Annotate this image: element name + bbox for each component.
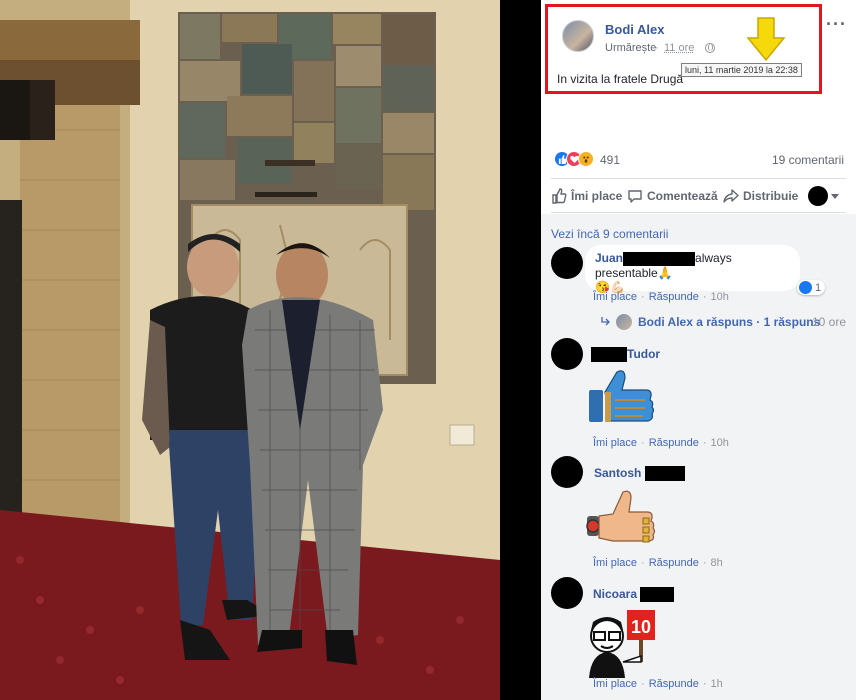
like-label: Îmi place (571, 189, 623, 203)
comments-section: Vezi încă 9 comentarii Juan always presen… (541, 214, 856, 700)
redaction-bar (591, 347, 627, 363)
comment-reply-link[interactable]: Răspunde (649, 291, 699, 303)
comment-like-link[interactable]: Îmi place (593, 291, 637, 303)
reply-age: 10 ore (812, 315, 847, 329)
thumbs-up-icon (552, 188, 567, 204)
wow-reaction-icon (578, 151, 594, 167)
reply-summary-text: Bodi Alex a răspuns · 1 răspuns (638, 315, 821, 329)
comment-actions: Îmi place · Răspunde · 10h (593, 437, 729, 449)
commenter-name-row: Nicoara (593, 587, 675, 603)
timestamp-tooltip: luni, 11 martie 2019 la 22:38 (681, 63, 802, 77)
comment-bubble: Juan always presentable🙏 😘💪🏻 (585, 245, 800, 294)
redaction-bar (623, 251, 696, 266)
watch-thumbs-up-sticker (586, 490, 656, 543)
reply-arrow-icon (601, 317, 610, 326)
commenter-avatar[interactable] (551, 247, 583, 279)
commenter-avatar[interactable] (551, 577, 583, 609)
post-time[interactable]: 11 ore (664, 42, 694, 54)
comment-count[interactable]: 19 comentarii (772, 153, 844, 167)
post-text: In vizita la fratele Drugă (557, 72, 684, 86)
comment-like-link[interactable]: Îmi place (593, 557, 637, 569)
share-label: Distribuie (743, 189, 799, 203)
comment-button[interactable]: Comentează (627, 184, 718, 208)
audience-selector[interactable] (808, 184, 839, 208)
globe-icon (705, 43, 715, 53)
thumbs-up-sticker (589, 370, 655, 422)
commenter-name[interactable]: Tudor (627, 347, 660, 361)
photo-image (0, 0, 500, 700)
comment-like-link[interactable]: Îmi place (593, 678, 637, 690)
reply-author-avatar (616, 314, 632, 330)
comment-actions: Îmi place · Răspunde · 8h (593, 557, 723, 569)
comment-actions: Îmi place · Răspunde · 10h (593, 291, 729, 303)
viewer-avatar (808, 186, 828, 206)
post-photo[interactable] (0, 0, 500, 700)
comment-age: 8h (710, 557, 723, 569)
see-more-comments-link[interactable]: Vezi încă 9 comentarii (551, 227, 668, 241)
author-name[interactable]: Bodi Alex (605, 22, 664, 37)
comment-age: 10h (710, 437, 729, 449)
comment-reply-link[interactable]: Răspunde (649, 437, 699, 449)
commenter-name-row: Santosh (594, 466, 685, 482)
separator-dot: · (655, 42, 659, 54)
comment-like-badge[interactable]: 1 (797, 280, 826, 295)
commenter-avatar[interactable] (551, 338, 583, 370)
commenter-name-row: Tudor (591, 347, 660, 363)
commenter-name[interactable]: Juan (595, 251, 623, 265)
comment-age: 1h (710, 678, 723, 690)
commenter-avatar[interactable] (551, 456, 583, 488)
follow-link[interactable]: Urmărește (605, 42, 656, 54)
comment-icon (628, 190, 642, 203)
post-actions: Îmi place Comentează Distribuie (541, 184, 856, 208)
post-header-highlight: Bodi Alex Urmărește · 11 ore In vizita l… (545, 4, 822, 94)
score-sign-sticker: 10 (589, 610, 655, 678)
like-button[interactable]: Îmi place (551, 184, 622, 208)
divider (551, 212, 846, 213)
score-sign-text: 10 (631, 617, 651, 637)
redaction-bar (644, 466, 685, 482)
comment-actions: Îmi place · Răspunde · 1h (593, 678, 723, 690)
caret-down-icon (831, 193, 839, 199)
comment-like-link[interactable]: Îmi place (593, 437, 637, 449)
arrow-down-icon (746, 17, 786, 62)
comment-like-count: 1 (815, 281, 822, 294)
comment-reply-link[interactable]: Răspunde (649, 678, 699, 690)
more-options-icon[interactable]: ··· (826, 14, 847, 35)
post-side-panel: Bodi Alex Urmărește · 11 ore In vizita l… (541, 0, 856, 700)
redaction-bar (640, 587, 675, 603)
comment-reply-link[interactable]: Răspunde (649, 557, 699, 569)
author-avatar[interactable] (562, 20, 594, 52)
reaction-summary[interactable]: 491 (554, 151, 634, 169)
commenter-name[interactable]: Nicoara (593, 587, 637, 601)
like-badge-icon (799, 281, 812, 294)
comment-label: Comentează (647, 189, 718, 203)
divider (551, 178, 846, 179)
comment-age: 10h (710, 291, 729, 303)
commenter-name[interactable]: Santosh (594, 466, 641, 480)
reaction-count: 491 (600, 153, 621, 167)
share-button[interactable]: Distribuie (723, 184, 798, 208)
share-icon (723, 189, 739, 203)
